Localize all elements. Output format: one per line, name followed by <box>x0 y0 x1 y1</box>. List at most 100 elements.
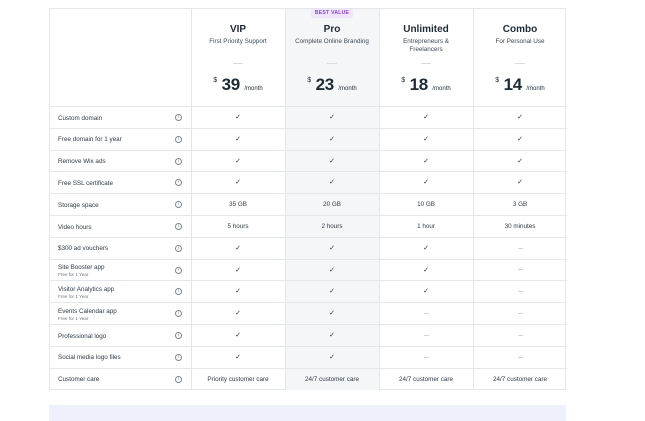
feature-name: Professional logo <box>58 332 107 340</box>
check-glyph: ✓ <box>235 157 241 165</box>
feature-subtext: Free for 1 Year <box>58 293 89 299</box>
check-glyph: ✓ <box>423 288 429 296</box>
feature-value: 1 hour <box>417 223 435 230</box>
info-icon[interactable]: i <box>175 310 182 318</box>
check-glyph: ✓ <box>235 332 241 339</box>
info-icon[interactable]: i <box>175 223 182 230</box>
info-icon[interactable]: i <box>175 353 182 361</box>
table-row: Site Booster app Free for 1 Year i ✓ ✓ ✓ <box>50 260 567 282</box>
info-icon[interactable]: i <box>175 244 182 252</box>
check-icon: ✓ <box>473 129 567 151</box>
info-icon[interactable]: i <box>175 375 182 383</box>
info-icon[interactable]: i <box>175 179 182 187</box>
feature-label: Social media logo files <box>58 347 173 369</box>
check-icon: ✓ <box>191 281 285 303</box>
check-icon: ✓ <box>191 151 285 173</box>
not-included-dash-icon <box>473 281 567 303</box>
feature-subtext: Free for 1 Year <box>58 272 89 278</box>
feature-value: 2 hours <box>321 223 343 230</box>
check-icon: ✓ <box>285 303 379 325</box>
divider <box>327 63 337 64</box>
table-row: Free SSL certificate i ✓ ✓ ✓ ✓ <box>50 172 567 195</box>
check-icon: ✓ <box>285 238 379 260</box>
info-icon[interactable]: i <box>175 201 182 209</box>
dash-mark <box>517 313 523 315</box>
info-icon[interactable]: i <box>175 135 182 143</box>
feature-subtext: Free for 1 Year <box>58 315 89 321</box>
info-icon[interactable]: i <box>175 114 182 121</box>
plan-name: Unlimited <box>403 24 449 35</box>
plan-name: VIP <box>229 24 247 35</box>
check-glyph: ✓ <box>235 135 241 143</box>
check-icon: ✓ <box>285 260 379 282</box>
table-row: Free domain for 1 year i ✓ ✓ ✓ ✓ <box>50 129 567 151</box>
table-row: Events Calendar app Free for 1 Year i ✓ ✓ <box>50 303 567 325</box>
check-icon: ✓ <box>473 151 567 173</box>
dash-mark <box>517 247 523 249</box>
currency-symbol: $ <box>213 77 218 84</box>
not-included-dash-icon <box>379 347 473 369</box>
check-glyph: ✓ <box>517 114 523 121</box>
not-included-dash-icon <box>473 347 567 369</box>
check-glyph: ✓ <box>329 288 335 296</box>
plan-combo[interactable]: Combo For Personal Use $ 14 /month <box>473 9 567 107</box>
price-period: /month <box>526 86 545 92</box>
table-row: Custom domain i ✓ ✓ ✓ ✓ <box>50 107 567 129</box>
price-amount: 39 <box>221 75 241 94</box>
info-icon[interactable]: i <box>175 288 182 296</box>
plan-tagline: First Priority Support <box>209 38 267 45</box>
check-icon: ✓ <box>285 325 379 347</box>
table-row: Remove Wix ads i ✓ ✓ ✓ ✓ <box>50 151 567 173</box>
info-icon[interactable]: i <box>175 157 182 165</box>
check-icon: ✓ <box>379 129 473 151</box>
check-icon: ✓ <box>379 238 473 260</box>
check-glyph: ✓ <box>235 288 241 296</box>
check-glyph: ✓ <box>329 244 335 252</box>
check-icon: ✓ <box>191 325 285 347</box>
feature-label: Free SSL certificate <box>58 172 173 194</box>
currency-symbol: $ <box>307 77 312 84</box>
check-icon: ✓ <box>473 172 567 194</box>
feature-name: Video hours <box>58 223 92 231</box>
check-icon: ✓ <box>285 151 379 173</box>
check-glyph: ✓ <box>329 266 335 274</box>
not-included-dash-icon <box>473 325 567 347</box>
plan-price: $ 14 /month <box>473 75 567 95</box>
check-glyph: ✓ <box>329 310 335 318</box>
feature-value: 24/7 customer care <box>493 375 547 383</box>
plan-price: $ 23 /month <box>285 75 379 95</box>
check-glyph: ✓ <box>423 157 429 165</box>
feature-name: $300 ad vouchers <box>58 245 109 253</box>
check-glyph: ✓ <box>235 114 241 121</box>
plan-name: Combo <box>502 24 538 35</box>
feature-label: Site Booster app Free for 1 Year <box>58 260 173 282</box>
check-icon: ✓ <box>191 347 285 369</box>
info-icon[interactable]: i <box>175 266 182 274</box>
feature-value: 5 hours <box>227 223 249 230</box>
price-amount: 18 <box>409 75 429 94</box>
plan-vip[interactable]: VIP First Priority Support $ 39 /month <box>191 9 285 107</box>
info-icon[interactable]: i <box>175 332 182 339</box>
plan-pro[interactable]: Pro Complete Online Branding $ 23 /month <box>285 9 379 107</box>
feature-label: Storage space <box>58 194 173 216</box>
check-icon: ✓ <box>379 107 473 129</box>
feature-value: 35 GB <box>229 201 247 209</box>
check-icon: ✓ <box>379 260 473 282</box>
feature-label: Customer care <box>58 369 173 391</box>
feature-value: Priority customer care <box>207 375 269 383</box>
check-icon: ✓ <box>473 107 567 129</box>
not-included-dash-icon <box>473 303 567 325</box>
check-glyph: ✓ <box>517 179 523 187</box>
plan-name: Pro <box>323 24 341 35</box>
table-row: Video hours i 5 hours 2 hours 1 hour 30 minut… <box>50 216 567 238</box>
divider <box>515 63 525 64</box>
check-icon: ✓ <box>379 172 473 194</box>
dash-mark <box>517 334 523 336</box>
plan-price: $ 18 /month <box>379 75 473 95</box>
check-icon: ✓ <box>379 151 473 173</box>
feature-label: Events Calendar app Free for 1 Year <box>58 303 173 325</box>
plan-tagline: Complete Online Branding <box>295 38 369 45</box>
plan-unlimited[interactable]: Unlimited Entrepreneurs & Freelancers $ … <box>379 9 473 107</box>
price-period: /month <box>432 86 451 92</box>
plan-tagline: For Personal Use <box>495 38 545 45</box>
